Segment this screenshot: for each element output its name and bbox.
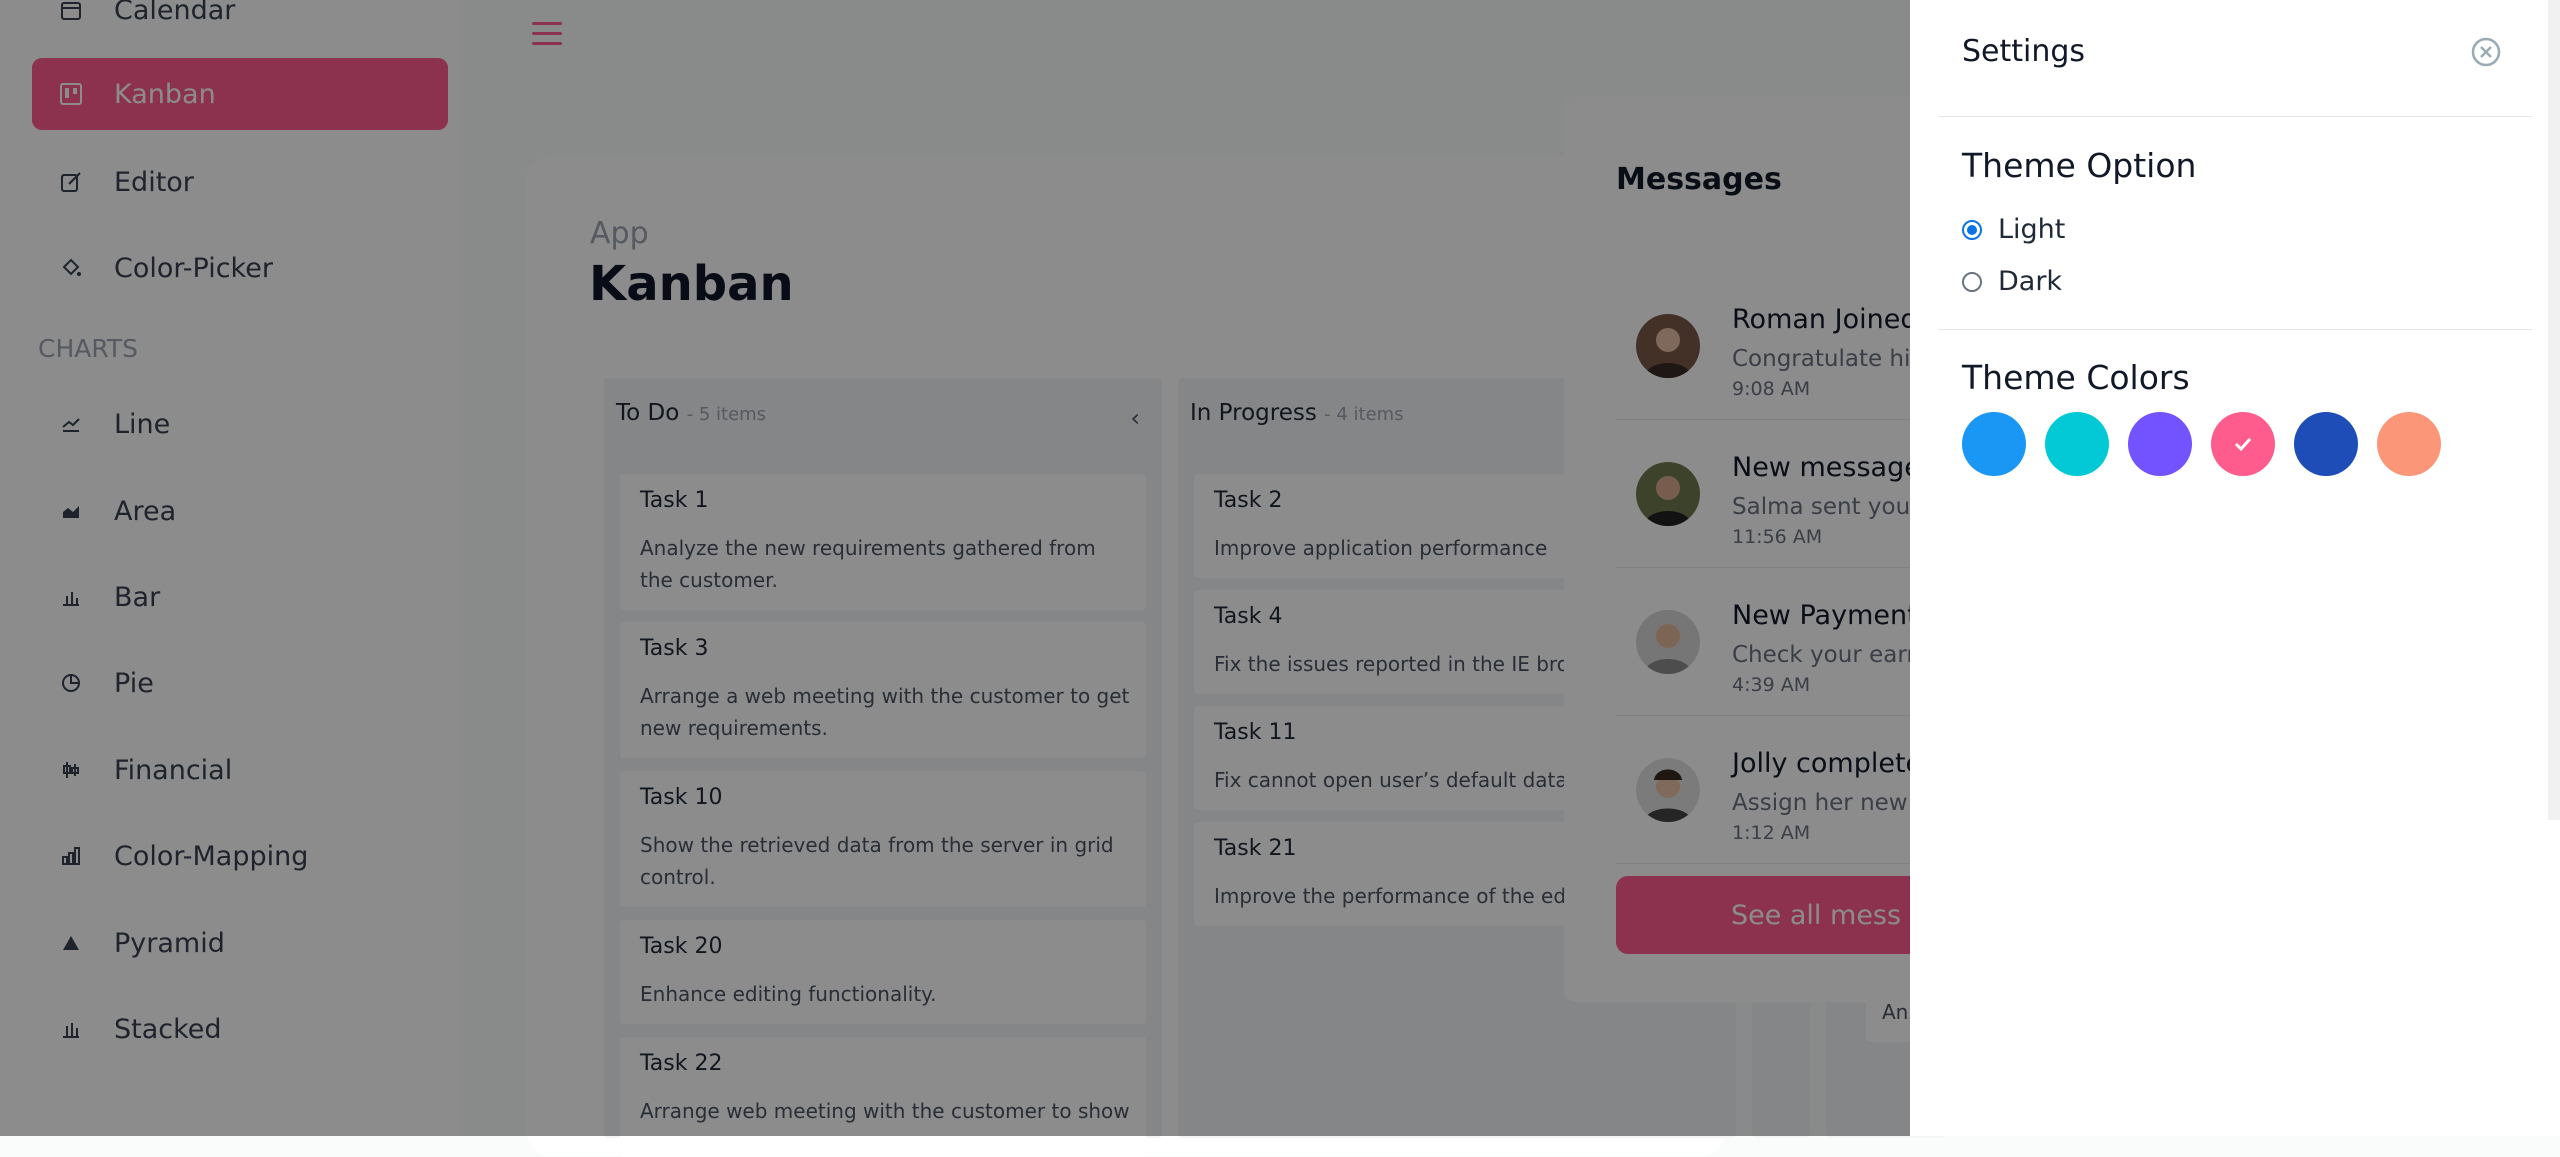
color-swatch-peach[interactable] xyxy=(2377,412,2441,476)
close-icon[interactable] xyxy=(2470,36,2502,68)
color-swatch-purple[interactable] xyxy=(2128,412,2192,476)
color-swatch-pink[interactable] xyxy=(2211,412,2275,476)
settings-title: Settings xyxy=(1962,34,2086,69)
modal-overlay[interactable] xyxy=(0,0,1910,1136)
color-swatch-dark-blue[interactable] xyxy=(2294,412,2358,476)
light-radio[interactable] xyxy=(1962,219,1982,240)
color-swatch-blue[interactable] xyxy=(1962,412,2026,476)
divider xyxy=(1938,329,2532,330)
scrollbar[interactable] xyxy=(2548,0,2560,820)
color-swatch-cyan[interactable] xyxy=(2045,412,2109,476)
theme-option-heading: Theme Option xyxy=(1962,146,2197,185)
divider xyxy=(1938,116,2532,117)
dark-radio[interactable] xyxy=(1962,271,1982,292)
dark-label: Dark xyxy=(1998,266,2063,297)
light-label: Light xyxy=(1998,214,2066,245)
check-icon xyxy=(2234,437,2252,452)
theme-colors-heading: Theme Colors xyxy=(1962,358,2190,397)
theme-dark-option[interactable]: Dark xyxy=(1962,266,2062,297)
settings-panel: Settings Theme Option Light Dark Theme C… xyxy=(1910,0,2560,1136)
theme-light-option[interactable]: Light xyxy=(1962,214,2065,245)
